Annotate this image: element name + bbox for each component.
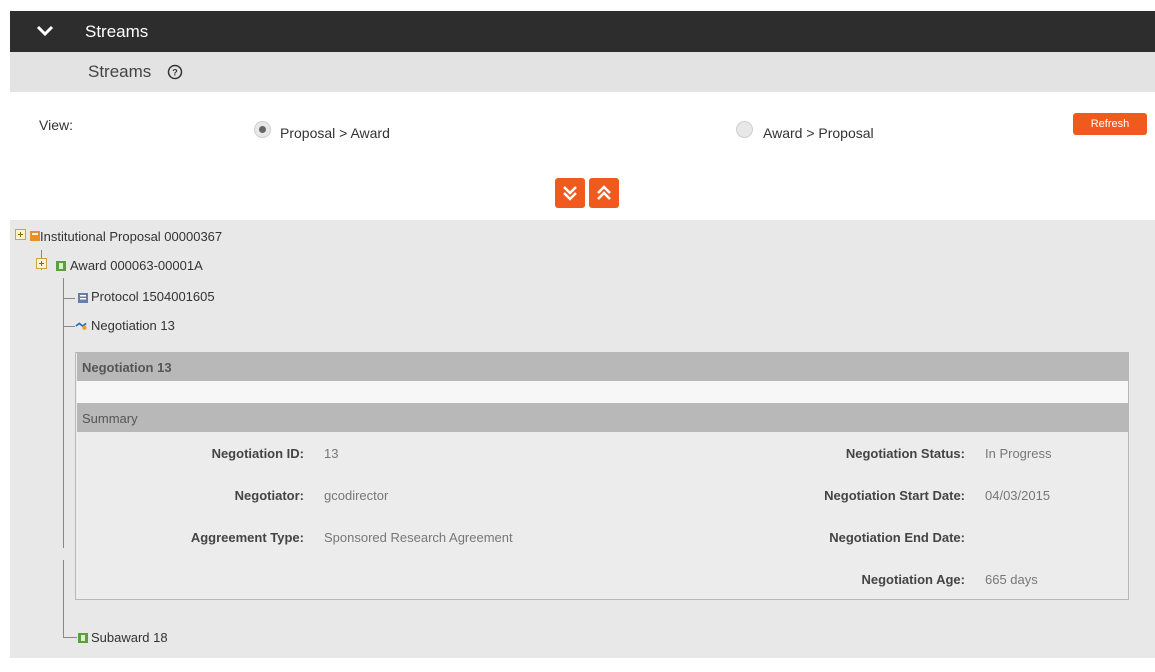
expand-all-button[interactable] (555, 178, 585, 208)
award-icon (56, 261, 66, 271)
proposal-award-label[interactable]: Proposal > Award (280, 125, 390, 141)
svg-text:?: ? (172, 68, 178, 78)
section-subheader: Streams ? (10, 52, 1155, 92)
collapse-all-button[interactable] (589, 178, 619, 208)
expand-award-icon[interactable] (36, 258, 47, 269)
panel-title: Streams (85, 22, 149, 41)
award-proposal-radio[interactable] (736, 121, 753, 138)
proposal-award-radio[interactable] (254, 121, 271, 138)
negotiation-age-label: Negotiation Age: (861, 572, 965, 587)
tree-node-subaward[interactable]: Subaward 18 (91, 630, 168, 645)
summary-section-title: Summary (82, 411, 138, 426)
award-proposal-label[interactable]: Award > Proposal (763, 125, 874, 141)
summary-section-header: Summary (77, 403, 1128, 432)
subaward-icon (78, 633, 88, 643)
agreement-type-label: Aggreement Type: (190, 530, 304, 545)
collapse-all-icon (597, 185, 611, 200)
negotiation-icon (75, 322, 87, 330)
protocol-icon (78, 293, 88, 303)
negotiator-value: gcodirector (324, 488, 389, 503)
expand-all-icon (563, 186, 577, 201)
negotiation-detail-title-bar: Negotiation 13 (77, 353, 1128, 381)
negotiation-status-label: Negotiation Status: (845, 446, 965, 461)
refresh-button[interactable]: Refresh (1073, 113, 1147, 135)
negotiation-detail-title: Negotiation 13 (82, 360, 172, 375)
negotiation-id-label: Negotiation ID: (211, 446, 304, 461)
agreement-type-value: Sponsored Research Agreement (324, 530, 513, 545)
expand-proposal-icon[interactable] (15, 229, 26, 240)
section-title: Streams (88, 62, 152, 81)
tree-node-negotiation[interactable]: Negotiation 13 (91, 318, 175, 333)
negotiation-id-value: 13 (324, 446, 339, 461)
negotiation-age-value: 665 days (985, 572, 1038, 587)
view-label: View: (39, 117, 73, 133)
chevron-down-icon[interactable] (36, 22, 54, 40)
help-icon[interactable]: ? (167, 64, 183, 80)
negotiation-start-date-value: 04/03/2015 (985, 488, 1051, 503)
tree-node-award[interactable]: Award 000063-00001A (70, 258, 203, 273)
tree-node-protocol[interactable]: Protocol 1504001605 (91, 289, 215, 304)
tree-node-proposal[interactable]: Institutional Proposal 00000367 (40, 229, 222, 244)
negotiation-start-date-label: Negotiation Start Date: (824, 488, 965, 503)
negotiator-label: Negotiator: (234, 488, 304, 503)
negotiation-status-value: In Progress (985, 446, 1052, 461)
negotiation-end-date-label: Negotiation End Date: (829, 530, 965, 545)
negotiation-detail-spacer (77, 381, 1128, 403)
streams-panel-header[interactable]: Streams (10, 11, 1155, 52)
